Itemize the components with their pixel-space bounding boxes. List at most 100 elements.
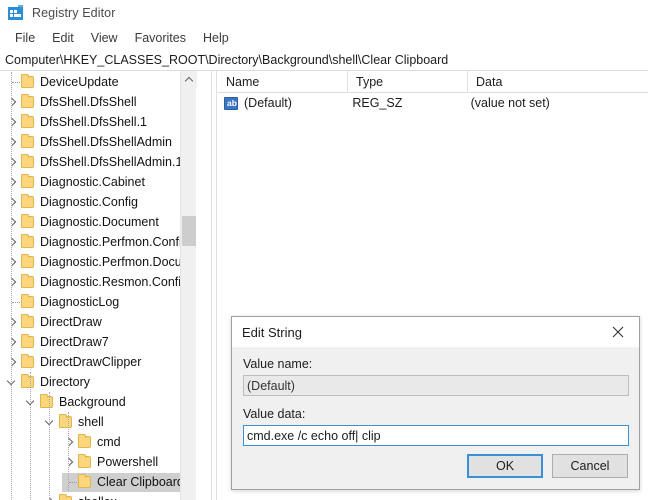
value-name-label: Value name: [243, 357, 313, 371]
chevron-right-icon[interactable] [43, 493, 59, 500]
dialog-button-row: OK Cancel [467, 454, 628, 478]
chevron-right-icon[interactable] [5, 233, 21, 252]
tree-item-directdraw[interactable]: DirectDraw [0, 312, 196, 332]
tree-item-hit[interactable]: shellex [43, 493, 123, 500]
chevron-right-icon[interactable] [62, 453, 78, 472]
tree-item-label: DeviceUpdate [40, 75, 119, 89]
tree-guide-line [49, 392, 50, 500]
chevron-right-icon[interactable] [62, 433, 78, 452]
tree-item-hit[interactable]: shell [43, 413, 110, 432]
folder-icon [21, 114, 34, 128]
chevron-down-icon[interactable] [43, 413, 59, 432]
close-icon[interactable] [597, 317, 639, 347]
chevron-right-icon[interactable] [5, 273, 21, 292]
tree-item-diagnostic-perfmon-docume[interactable]: Diagnostic.Perfmon.Docume [0, 252, 196, 272]
tree-vertical-scrollbar[interactable] [180, 71, 197, 500]
chevron-right-icon[interactable] [5, 313, 21, 332]
tree-item-hit[interactable]: Directory [5, 373, 96, 392]
value-name-group: Value name: [243, 357, 629, 396]
tree-item-hit[interactable]: Diagnostic.Document [5, 213, 165, 232]
folder-icon [21, 234, 34, 248]
tree-item-hit[interactable]: Powershell [62, 453, 164, 472]
tree-item-hit[interactable]: Diagnostic.Perfmon.Docume [5, 253, 196, 272]
chevron-right-icon[interactable] [5, 113, 21, 132]
tree-item-hit[interactable]: DfsShell.DfsShell [5, 93, 143, 112]
tree-item-dfsshell-dfsshell[interactable]: DfsShell.DfsShell [0, 92, 196, 112]
tree-item-hit[interactable]: DfsShell.DfsShellAdmin.1 [5, 153, 188, 172]
tree-item-hit[interactable]: DfsShell.DfsShellAdmin [5, 133, 178, 152]
tree-item-label: DfsShell.DfsShellAdmin [40, 135, 172, 149]
scrollbar-thumb[interactable] [182, 216, 196, 246]
tree-item-hit[interactable]: DirectDraw [5, 313, 108, 332]
tree-item-dfsshell-dfsshelladmin[interactable]: DfsShell.DfsShellAdmin [0, 132, 196, 152]
menu-bar: File Edit View Favorites Help [0, 26, 648, 50]
pane-splitter[interactable] [211, 71, 217, 500]
tree-item-directdrawclipper[interactable]: DirectDrawClipper [0, 352, 196, 372]
chevron-right-icon[interactable] [5, 173, 21, 192]
value-name-input[interactable] [243, 375, 629, 396]
tree-item-hit[interactable]: DirectDraw7 [5, 333, 115, 352]
tree-item-hit[interactable]: cmd [62, 433, 127, 452]
tree-item-hit[interactable]: DiagnosticLog [5, 293, 125, 312]
window-title: Registry Editor [32, 6, 116, 20]
chevron-right-icon[interactable] [5, 213, 21, 232]
tree-guide-line [30, 372, 31, 500]
cancel-button[interactable]: Cancel [552, 454, 628, 478]
scroll-up-arrow-icon[interactable] [181, 71, 197, 88]
tree-item-diagnostic-perfmon-config[interactable]: Diagnostic.Perfmon.Config [0, 232, 196, 252]
menu-file[interactable]: File [7, 29, 44, 47]
tree-item-hit[interactable]: Diagnostic.Resmon.Config [5, 273, 194, 292]
chevron-right-icon[interactable] [5, 93, 21, 112]
tree-item-hit[interactable]: DirectDrawClipper [5, 353, 147, 372]
chevron-down-icon[interactable] [5, 373, 21, 392]
chevron-right-icon[interactable] [5, 133, 21, 152]
column-header-name[interactable]: Name [218, 70, 348, 93]
menu-help[interactable]: Help [195, 29, 238, 47]
tree-item-label: Diagnostic.Document [40, 215, 159, 229]
tree-item-label: shell [78, 415, 104, 429]
chevron-right-icon[interactable] [5, 253, 21, 272]
tree-item-hit[interactable]: Clear Clipboard [62, 472, 190, 492]
tree-item-dfsshell-dfsshelladmin-1[interactable]: DfsShell.DfsShellAdmin.1 [0, 152, 196, 172]
tree-connector-line [5, 73, 21, 92]
tree-item-hit[interactable]: DfsShell.DfsShell.1 [5, 113, 153, 132]
tree-item-label: Background [59, 395, 126, 409]
tree-item-label: shellex [78, 495, 117, 500]
tree-item-diagnostic-resmon-config[interactable]: Diagnostic.Resmon.Config [0, 272, 196, 292]
menu-edit[interactable]: Edit [44, 29, 83, 47]
ok-button[interactable]: OK [467, 454, 543, 478]
tree-item-label: DfsShell.DfsShell [40, 95, 137, 109]
tree-item-dfsshell-dfsshell-1[interactable]: DfsShell.DfsShell.1 [0, 112, 196, 132]
value-row[interactable]: ab (Default) REG_SZ (value not set) [218, 93, 648, 113]
tree-item-diagnosticlog[interactable]: DiagnosticLog [0, 292, 196, 312]
menu-view[interactable]: View [83, 29, 127, 47]
chevron-right-icon[interactable] [5, 193, 21, 212]
tree-item-hit[interactable]: Diagnostic.Cabinet [5, 173, 151, 192]
tree-item-deviceupdate[interactable]: DeviceUpdate [0, 72, 196, 92]
tree-item-hit[interactable]: Diagnostic.Config [5, 193, 144, 212]
tree-item-hit[interactable]: DeviceUpdate [5, 73, 125, 92]
folder-icon [59, 494, 72, 500]
folder-icon [21, 174, 34, 188]
menu-favorites[interactable]: Favorites [127, 29, 195, 47]
value-data-label: Value data: [243, 407, 306, 421]
tree-item-diagnostic-config[interactable]: Diagnostic.Config [0, 192, 196, 212]
string-value-icon: ab [224, 96, 238, 110]
chevron-right-icon[interactable] [5, 353, 21, 372]
address-bar[interactable]: Computer\HKEY_CLASSES_ROOT\Directory\Bac… [0, 50, 648, 71]
tree-item-diagnostic-cabinet[interactable]: Diagnostic.Cabinet [0, 172, 196, 192]
folder-icon [21, 254, 34, 268]
chevron-down-icon[interactable] [24, 393, 40, 412]
chevron-right-icon[interactable] [5, 153, 21, 172]
column-header-data[interactable]: Data [468, 71, 648, 93]
tree-item-diagnostic-document[interactable]: Diagnostic.Document [0, 212, 196, 232]
tree-item-directdraw7[interactable]: DirectDraw7 [0, 332, 196, 352]
value-data-input[interactable] [243, 425, 629, 446]
tree-item-hit[interactable]: Background [24, 393, 132, 412]
tree-item-hit[interactable]: Diagnostic.Perfmon.Config [5, 233, 195, 252]
dialog-body: Value name: Value data: [232, 347, 639, 446]
folder-icon [21, 354, 34, 368]
column-header-type[interactable]: Type [348, 70, 468, 93]
chevron-right-icon[interactable] [5, 333, 21, 352]
folder-icon [21, 294, 34, 308]
